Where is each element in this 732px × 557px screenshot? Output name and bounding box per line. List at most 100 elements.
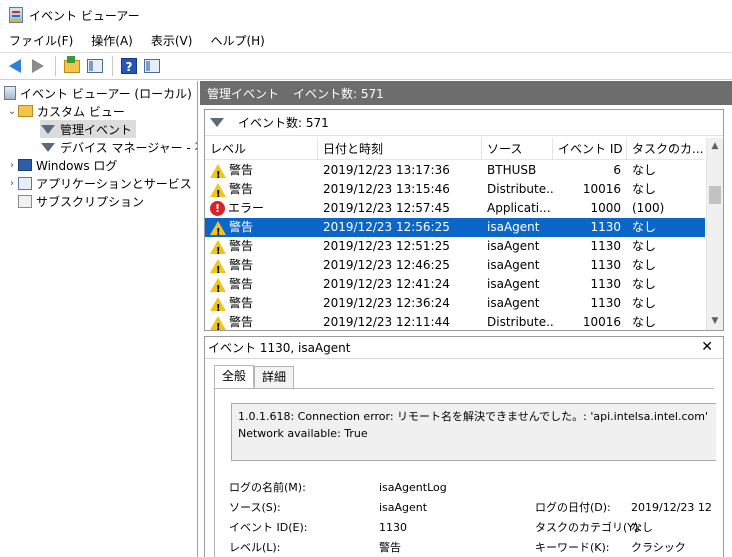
table-row[interactable]: 警告 2019/12/23 12:56:25 isaAgent 1130 なし — [205, 218, 705, 237]
chevron-down-icon[interactable]: ⌄ — [6, 106, 18, 117]
warning-icon — [210, 258, 226, 275]
menu-action[interactable]: 操作(A) — [82, 30, 142, 52]
forward-button[interactable] — [27, 55, 49, 77]
level-text: 警告 — [229, 163, 254, 177]
tree-item-custom-views[interactable]: ⌄ カスタム ビュー — [6, 102, 125, 120]
cell-source: Distribute... — [487, 315, 553, 329]
cell-level: 警告 — [205, 294, 318, 313]
view-title: 管理イベント — [207, 86, 280, 101]
cell-level: ! エラー — [205, 199, 318, 218]
level-text: 警告 — [229, 258, 254, 272]
back-arrow-icon — [9, 59, 21, 73]
scroll-up-icon[interactable]: ▲ — [707, 138, 723, 155]
menu-view[interactable]: 表示(V) — [142, 30, 202, 52]
tree-item-admin-events[interactable]: 管理イベント — [40, 120, 137, 138]
menu-file[interactable]: ファイル(F) — [0, 30, 82, 52]
event-id-label: イベント ID(E): — [229, 521, 308, 534]
event-message[interactable]: 1.0.1.618: Connection error: リモート名を解決できま… — [231, 403, 716, 461]
table-row[interactable]: 警告 2019/12/23 12:46:25 isaAgent 1130 なし — [205, 256, 705, 275]
cell-event-id: 1000 — [590, 201, 621, 215]
table-row[interactable]: 警告 2019/12/23 12:41:24 isaAgent 1130 なし — [205, 275, 705, 294]
toolbar-separator — [112, 56, 113, 76]
error-icon: ! — [210, 201, 225, 216]
help-button[interactable]: ? — [118, 55, 140, 77]
cell-event-id: 6 — [613, 163, 621, 177]
cell-level: 警告 — [205, 237, 318, 256]
close-icon[interactable]: ✕ — [701, 339, 713, 355]
level-text: エラー — [228, 201, 265, 215]
cell-source: isaAgent — [487, 277, 540, 291]
cell-datetime: 2019/12/23 12:56:25 — [323, 220, 450, 234]
cell-datetime: 2019/12/23 13:15:46 — [323, 182, 450, 196]
tree-item-app-service-logs[interactable]: › アプリケーションとサービス ログ — [6, 174, 197, 192]
tree-item-root[interactable]: イベント ビューアー (ローカル) — [4, 84, 192, 102]
event-list-panel: イベント数: 571 レベル 日付と時刻 ソース イベント ID タスクのカ..… — [204, 109, 724, 331]
tree-item-windows-logs[interactable]: › Windows ログ — [6, 156, 117, 174]
tree-item-label: デバイス マネージャー - 不明な — [60, 140, 197, 155]
help-icon: ? — [121, 58, 137, 74]
event-viewer-icon — [9, 7, 23, 23]
show-hide-tree-button[interactable] — [84, 55, 106, 77]
tree-item-label: Windows ログ — [36, 158, 118, 173]
detail-tabs: 全般 詳細 — [214, 365, 295, 388]
keywords-value: クラシック — [631, 541, 686, 554]
table-row[interactable]: 警告 2019/12/23 13:17:36 BTHUSB 6 なし — [205, 161, 705, 180]
cell-level: 警告 — [205, 218, 318, 237]
log-date-label: ログの日付(D): — [535, 501, 611, 514]
cell-datetime: 2019/12/23 12:41:24 — [323, 277, 450, 291]
filter-icon — [41, 124, 55, 134]
tree-item-label: アプリケーションとサービス ログ — [36, 176, 197, 191]
cell-task-category: なし — [632, 239, 657, 253]
event-detail-panel: イベント 1130, isaAgent ✕ 全般 詳細 1.0.1.618: C… — [204, 336, 724, 557]
event-rows: 警告2019/12/23 13:17:36BTHUSB6なし警告2019/12/… — [205, 161, 705, 330]
toolbar: ? — [0, 52, 732, 80]
table-row[interactable]: 警告 2019/12/23 12:51:25 isaAgent 1130 なし — [205, 237, 705, 256]
up-folder-button[interactable] — [61, 55, 83, 77]
level-text: 警告 — [229, 277, 254, 291]
view-header: 管理イベント イベント数: 571 — [200, 81, 732, 105]
table-row[interactable]: 警告 2019/12/23 12:36:24 isaAgent 1130 なし — [205, 294, 705, 313]
table-row[interactable]: 警告 2019/12/23 13:15:46 Distribute... 10016 な… — [205, 180, 705, 199]
event-viewer-icon — [4, 86, 16, 100]
chevron-right-icon[interactable]: › — [6, 178, 18, 189]
tree-item-device-manager[interactable]: デバイス マネージャー - 不明な — [40, 138, 197, 156]
cell-task-category: なし — [632, 258, 657, 272]
tab-details[interactable]: 詳細 — [254, 366, 295, 388]
toolbar-separator — [55, 56, 56, 76]
window-title: イベント ビューアー — [29, 8, 140, 23]
warning-icon — [210, 239, 226, 256]
chevron-right-icon[interactable]: › — [6, 160, 18, 171]
event-id-value: 1130 — [379, 521, 407, 534]
tree-item-subscriptions[interactable]: サブスクリプション — [18, 192, 144, 210]
keywords-label: キーワード(K): — [535, 541, 610, 554]
menu-help[interactable]: ヘルプ(H) — [201, 30, 273, 52]
column-datetime[interactable]: 日付と時刻 — [318, 138, 482, 160]
column-level[interactable]: レベル — [205, 138, 318, 160]
scroll-down-icon[interactable]: ▼ — [707, 313, 723, 330]
cell-task-category: なし — [632, 315, 657, 329]
level-text: 警告 — [229, 239, 254, 253]
scroll-thumb[interactable] — [709, 186, 721, 204]
folder-icon — [64, 55, 80, 73]
message-line: 1.0.1.618: Connection error: リモート名を解決できま… — [238, 410, 708, 423]
forward-arrow-icon — [32, 59, 44, 73]
cell-event-id: 10016 — [582, 182, 621, 196]
tree-item-label: カスタム ビュー — [37, 104, 125, 119]
detail-title: イベント 1130, isaAgent — [208, 341, 351, 355]
list-scrollbar[interactable]: ▲ ▼ — [706, 138, 723, 330]
column-source[interactable]: ソース — [482, 138, 553, 160]
filter-bar: イベント数: 571 — [205, 110, 723, 136]
show-action-pane-button[interactable] — [141, 55, 163, 77]
cell-datetime: 2019/12/23 12:11:44 — [323, 315, 450, 329]
detail-header: イベント 1130, isaAgent ✕ — [205, 337, 723, 359]
column-task-category[interactable]: タスクのカ... — [627, 138, 705, 160]
back-button[interactable] — [4, 55, 26, 77]
windows-log-icon — [18, 159, 32, 171]
tab-general[interactable]: 全般 — [214, 365, 255, 388]
cell-level: 警告 — [205, 180, 318, 199]
cell-datetime: 2019/12/23 12:57:45 — [323, 201, 450, 215]
cell-event-id: 1130 — [590, 239, 621, 253]
table-row[interactable]: 警告 2019/12/23 12:11:44 Distribute... 10016 な… — [205, 313, 705, 330]
column-event-id[interactable]: イベント ID — [553, 138, 627, 160]
table-row[interactable]: ! エラー 2019/12/23 12:57:45 Applicati... 1000 (… — [205, 199, 705, 218]
